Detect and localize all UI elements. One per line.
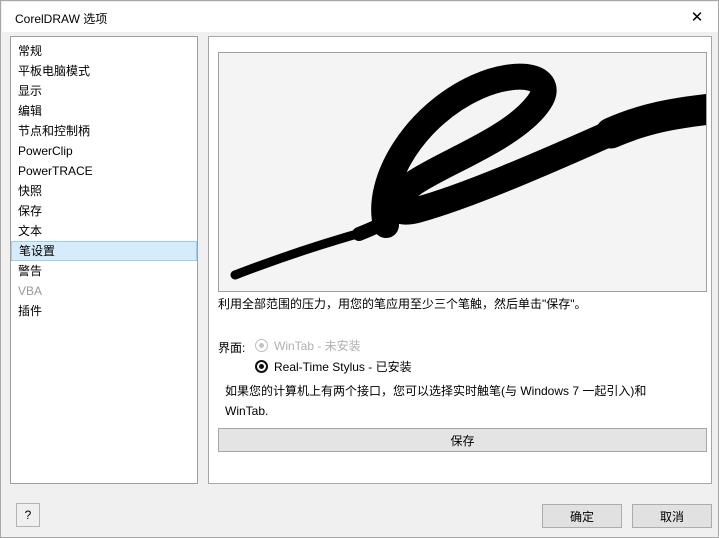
help-button[interactable]: ? bbox=[16, 503, 40, 527]
radio-realtime-stylus-icon[interactable] bbox=[255, 360, 268, 373]
pen-stroke bbox=[219, 53, 706, 291]
radio-realtime-stylus[interactable]: Real-Time Stylus - 已安装 bbox=[255, 358, 412, 374]
dialog-title: CorelDRAW 选项 bbox=[15, 10, 107, 27]
title-bar: CorelDRAW 选项 ✕ bbox=[2, 2, 718, 32]
sidebar-item-snapshot[interactable]: 快照 bbox=[11, 181, 197, 201]
interface-note-line1: 如果您的计算机上有两个接口，您可以选择实时触笔(与 Windows 7 一起引入… bbox=[225, 381, 705, 401]
sidebar-item-tablet-mode[interactable]: 平板电脑模式 bbox=[11, 61, 197, 81]
ok-button[interactable]: 确定 bbox=[542, 504, 622, 528]
save-button[interactable]: 保存 bbox=[218, 428, 707, 452]
pen-settings-panel: 利用全部范围的压力，用您的笔应用至少三个笔触，然后单击"保存"。 界面: Win… bbox=[208, 36, 712, 484]
pen-pressure-preview[interactable] bbox=[218, 52, 707, 292]
sidebar-item-general[interactable]: 常规 bbox=[11, 41, 197, 61]
radio-wintab: WinTab - 未安装 bbox=[255, 337, 361, 353]
sidebar-item-powerclip[interactable]: PowerClip bbox=[11, 141, 197, 161]
close-icon[interactable]: ✕ bbox=[687, 8, 707, 28]
cancel-button[interactable]: 取消 bbox=[632, 504, 712, 528]
sidebar-item-pen-settings[interactable]: 笔设置 bbox=[11, 241, 197, 261]
sidebar-item-plugins[interactable]: 插件 bbox=[11, 301, 197, 321]
sidebar-item-edit[interactable]: 编辑 bbox=[11, 101, 197, 121]
sidebar-item-text[interactable]: 文本 bbox=[11, 221, 197, 241]
sidebar-item-powertrace[interactable]: PowerTRACE bbox=[11, 161, 197, 181]
interface-note: 如果您的计算机上有两个接口，您可以选择实时触笔(与 Windows 7 一起引入… bbox=[225, 381, 705, 421]
pressure-instruction-text: 利用全部范围的压力，用您的笔应用至少三个笔触，然后单击"保存"。 bbox=[218, 295, 710, 312]
sidebar-item-warnings[interactable]: 警告 bbox=[11, 261, 197, 281]
interface-label: 界面: bbox=[218, 339, 245, 356]
sidebar-item-display[interactable]: 显示 bbox=[11, 81, 197, 101]
radio-wintab-icon bbox=[255, 339, 268, 352]
sidebar-item-save[interactable]: 保存 bbox=[11, 201, 197, 221]
sidebar-item-nodes-handles[interactable]: 节点和控制柄 bbox=[11, 121, 197, 141]
radio-wintab-label: WinTab - 未安装 bbox=[274, 337, 361, 354]
radio-realtime-stylus-label: Real-Time Stylus - 已安装 bbox=[274, 358, 412, 375]
sidebar-item-vba[interactable]: VBA bbox=[11, 281, 197, 301]
interface-note-line2: WinTab. bbox=[225, 401, 705, 421]
options-dialog: CorelDRAW 选项 ✕ 常规 平板电脑模式 显示 编辑 节点和控制柄 Po… bbox=[0, 0, 719, 538]
category-list: 常规 平板电脑模式 显示 编辑 节点和控制柄 PowerClip PowerTR… bbox=[10, 36, 198, 484]
